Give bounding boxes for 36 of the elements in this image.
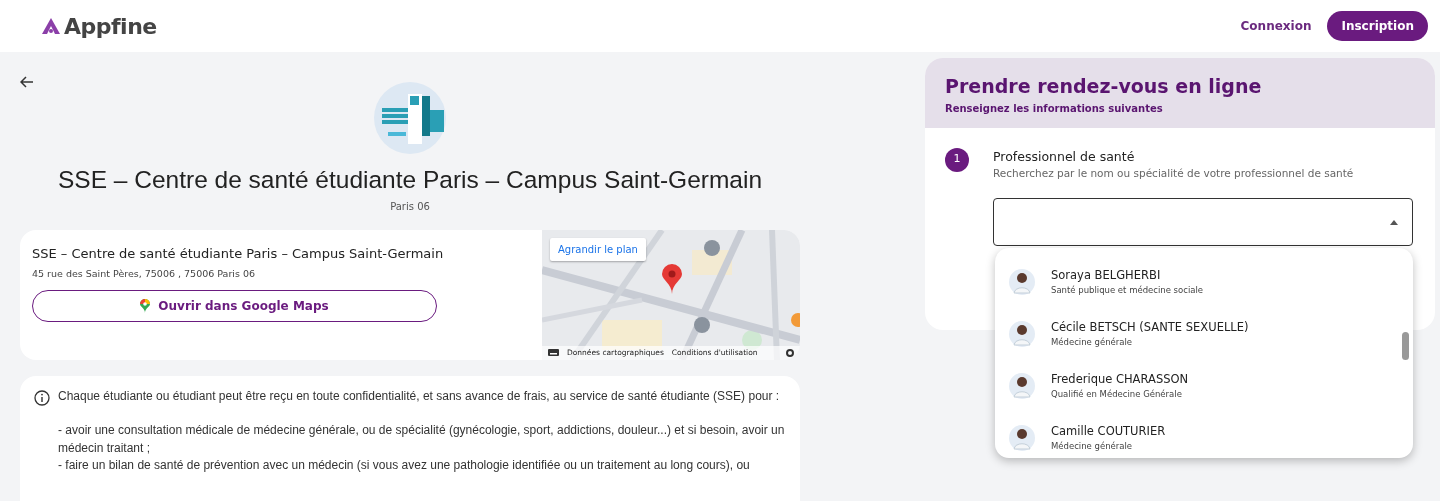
center-city: Paris 06: [390, 199, 430, 214]
map-pin-icon: [662, 263, 682, 294]
avatar-icon: [1009, 321, 1035, 347]
booking-title: Prendre rendez-vous en ligne: [945, 74, 1263, 99]
avatar-icon: [1009, 269, 1035, 295]
keyboard-icon[interactable]: [548, 349, 559, 357]
avatar-icon: [1009, 425, 1035, 451]
logo-text: Appfine: [64, 12, 157, 41]
scrollbar-thumb[interactable]: [1402, 332, 1409, 360]
login-link[interactable]: Connexion: [1240, 17, 1312, 35]
logo-icon: [42, 18, 60, 34]
open-maps-button[interactable]: Ouvrir dans Google Maps: [32, 289, 437, 322]
practitioner-select[interactable]: [993, 198, 1413, 246]
booking-subtitle: Renseignez les informations suivantes: [945, 101, 1164, 116]
info-paragraph: Chaque étudiante ou étudiant peut être reçu en toute confidentialité, et sans avance de frais, au service de santé étudiante (SSE) pour :: [58, 387, 781, 405]
back-arrow-icon[interactable]: [20, 76, 34, 88]
gear-icon[interactable]: [786, 348, 794, 357]
info-icon: [34, 389, 50, 406]
map-pin-icon: [140, 298, 151, 313]
practitioner-option[interactable]: Soraya BELGHERBI Santé publique et médecine sociale: [995, 256, 1413, 308]
step-hint: Recherchez par le nom ou spécialité de votre professionnel de santé: [993, 166, 1355, 182]
enlarge-map-button[interactable]: Agrandir le plan: [550, 237, 646, 261]
hospital-icon: [374, 82, 446, 154]
caret-icon: [1390, 219, 1398, 225]
practitioner-option[interactable]: Frederique CHARASSON Qualifié en Médecine Générale: [995, 360, 1413, 412]
center-address: 45 rue des Saint Pères, 75006 , 75006 Paris 06: [32, 267, 256, 282]
practitioner-option[interactable]: Cécile BETSCH (SANTE SEXUELLE) Médecine générale: [995, 308, 1413, 360]
info-paragraph: - faire un bilan de santé de prévention avec un médecin (si vous avez une pathologie identifiée ou un traitement au long cours), ou: [58, 456, 751, 474]
info-paragraph: - avoir une consultation médicale de médecine générale, ou de spécialité (gynécologie, sport, addictions, douleur...) et si besoin, avoir un médecin traitant ;: [58, 422, 786, 457]
step-number: 1: [945, 147, 969, 172]
avatar-icon: [1009, 373, 1035, 399]
signup-button[interactable]: Inscription: [1327, 11, 1428, 41]
practitioner-option[interactable]: Camille COUTURIER Médecine générale: [995, 412, 1413, 458]
center-name: SSE – Centre de santé étudiante Paris – Campus Saint-Germain: [32, 244, 445, 263]
center-title: SSE – Centre de santé étudiante Paris – Campus Saint-Germain: [57, 165, 763, 195]
step-title: Professionnel de santé: [993, 147, 1136, 166]
